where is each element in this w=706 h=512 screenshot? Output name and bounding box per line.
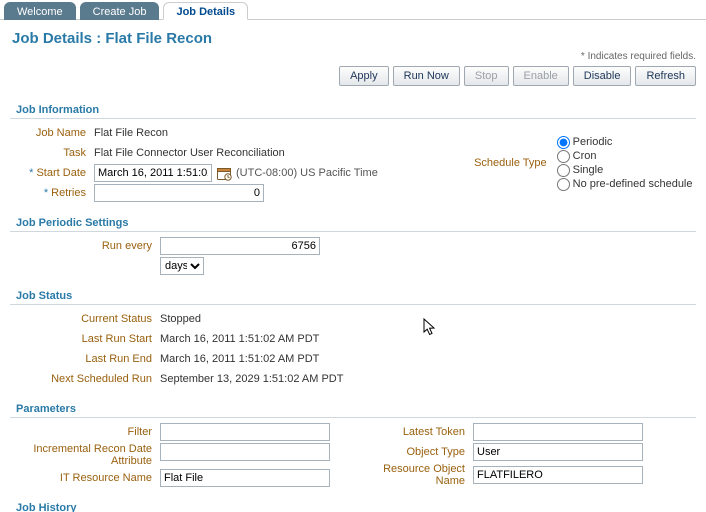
retries-input[interactable] <box>94 184 264 202</box>
start-date-input[interactable] <box>94 164 212 182</box>
apply-button[interactable]: Apply <box>339 66 389 86</box>
latest-token-input[interactable] <box>473 423 643 441</box>
label-object-type: Object Type <box>353 446 473 458</box>
tab-welcome[interactable]: Welcome <box>4 2 76 20</box>
value-job-name: Flat File Recon <box>94 127 474 139</box>
value-task: Flat File Connector User Reconciliation <box>94 147 474 159</box>
action-toolbar: Apply Run Now Stop Enable Disable Refres… <box>0 62 706 94</box>
radio-cron[interactable]: Cron <box>557 150 693 163</box>
stop-button[interactable]: Stop <box>464 66 509 86</box>
timezone-text: (UTC-08:00) US Pacific Time <box>236 167 378 179</box>
label-next-scheduled-run: Next Scheduled Run <box>10 373 160 385</box>
tab-create-job[interactable]: Create Job <box>80 2 160 20</box>
radio-none[interactable]: No pre-defined schedule <box>557 178 693 191</box>
label-resource-object-name: Resource Object Name <box>353 463 473 487</box>
tab-job-details[interactable]: Job Details <box>163 2 248 20</box>
run-every-unit-select[interactable]: days <box>160 257 204 275</box>
page-title: Job Details : Flat File Recon <box>0 20 706 51</box>
label-last-run-start: Last Run Start <box>10 333 160 345</box>
label-schedule-type: Schedule Type <box>474 157 557 169</box>
label-job-name: Job Name <box>10 127 94 139</box>
refresh-button[interactable]: Refresh <box>635 66 696 86</box>
label-last-run-end: Last Run End <box>10 353 160 365</box>
filter-input[interactable] <box>160 423 330 441</box>
tab-bar: Welcome Create Job Job Details <box>0 0 706 20</box>
resource-object-input[interactable] <box>473 466 643 484</box>
section-job-status: Job Status <box>10 286 696 305</box>
label-start-date: Start Date <box>10 167 94 179</box>
calendar-icon[interactable] <box>216 165 232 181</box>
value-next-scheduled-run: September 13, 2029 1:51:02 AM PDT <box>160 373 696 385</box>
label-retries: Retries <box>10 187 94 199</box>
label-run-every: Run every <box>10 240 160 252</box>
label-incremental-recon: Incremental Recon Date Attribute <box>10 443 160 467</box>
label-it-resource-name: IT Resource Name <box>10 472 160 484</box>
label-filter: Filter <box>10 426 160 438</box>
section-parameters: Parameters <box>10 399 696 418</box>
disable-button[interactable]: Disable <box>573 66 632 86</box>
label-task: Task <box>10 147 94 159</box>
required-note: * Indicates required fields. <box>0 51 706 62</box>
value-current-status: Stopped <box>160 313 696 325</box>
section-job-periodic-settings: Job Periodic Settings <box>10 213 696 232</box>
radio-periodic[interactable]: Periodic <box>557 136 693 149</box>
label-current-status: Current Status <box>10 313 160 325</box>
run-now-button[interactable]: Run Now <box>393 66 460 86</box>
incremental-recon-input[interactable] <box>160 443 330 461</box>
run-every-input[interactable] <box>160 237 320 255</box>
radio-single[interactable]: Single <box>557 164 693 177</box>
it-resource-input[interactable] <box>160 469 330 487</box>
section-job-history: Job History <box>10 498 696 512</box>
object-type-input[interactable] <box>473 443 643 461</box>
section-job-information: Job Information <box>10 100 696 119</box>
schedule-type-group: Periodic Cron Single No pre-defined sche… <box>557 136 693 191</box>
value-last-run-start: March 16, 2011 1:51:02 AM PDT <box>160 333 696 345</box>
label-latest-token: Latest Token <box>353 426 473 438</box>
value-last-run-end: March 16, 2011 1:51:02 AM PDT <box>160 353 696 365</box>
enable-button[interactable]: Enable <box>513 66 569 86</box>
